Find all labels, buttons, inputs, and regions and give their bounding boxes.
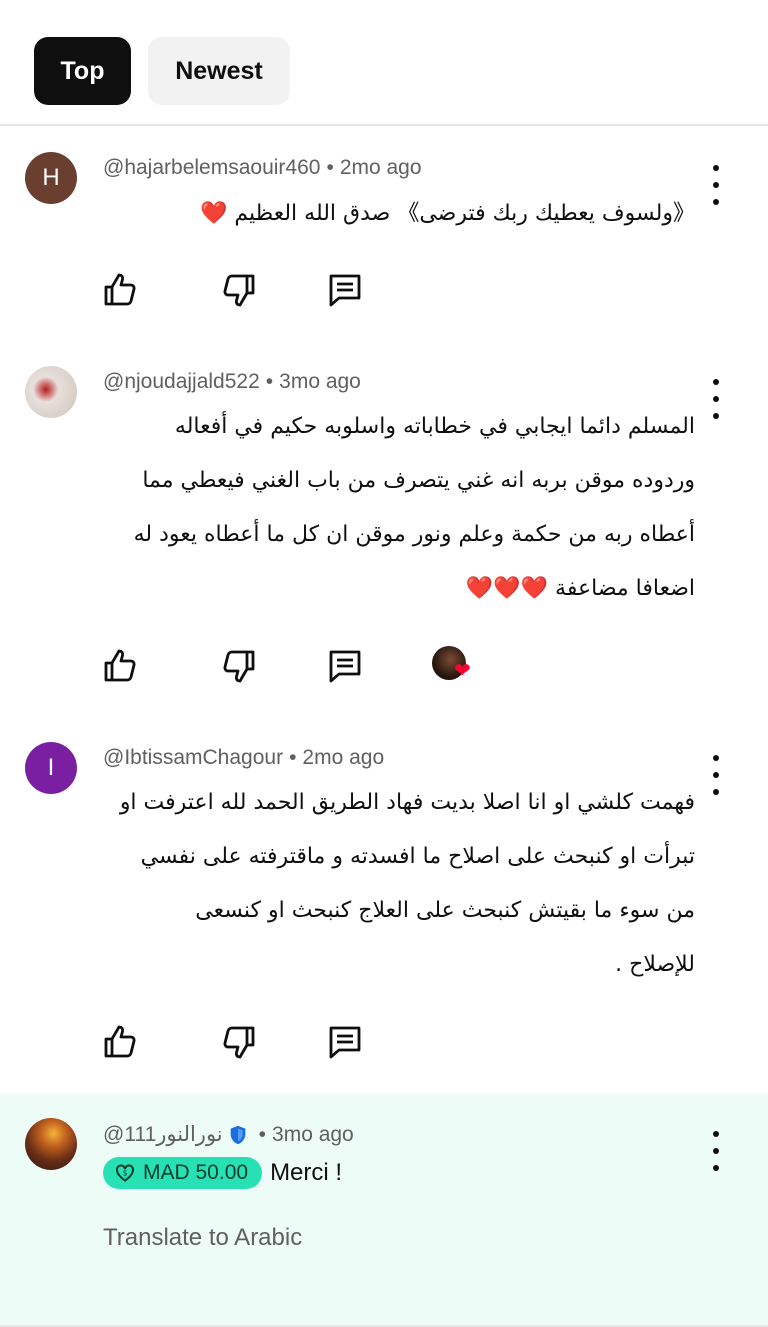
verified-shield-icon (230, 1125, 245, 1144)
meta-separator: • (289, 746, 297, 769)
reply-icon[interactable] (325, 646, 365, 686)
author-handle[interactable]: @hajarbelemsaouir460 (103, 156, 320, 180)
super-thanks-heart-icon: $ (116, 1164, 134, 1182)
comment-time: 3mo ago (272, 1122, 354, 1146)
meta-separator: • (326, 156, 334, 179)
avatar[interactable] (25, 1118, 77, 1170)
author-handle[interactable]: @njoudajjald522 (103, 370, 260, 394)
meta-separator: • (265, 370, 274, 393)
comment-line: فهمت كلشي او انا اصلا بديت فهاد الطريق ا… (119, 790, 695, 815)
comment-text: 《ولسوف يعطيك ربك فترضى》 صدق الله العظيم … (103, 187, 695, 241)
comment-time: 2mo ago (302, 746, 385, 769)
comment-actions (0, 1022, 768, 1062)
top-sort-chip[interactable]: Top (34, 37, 131, 105)
more-options-icon[interactable] (704, 755, 728, 795)
comment-text: Merci ! (270, 1159, 343, 1186)
comment-line: من سوء ما بقيتش كنبحث على العلاج كنبحث ا… (195, 898, 695, 923)
author-handle[interactable]: @نورالنور111 (103, 1122, 223, 1147)
reply-icon[interactable] (325, 270, 365, 310)
comment-meta: @njoudajjald522 • 3mo ago (103, 370, 361, 394)
svg-text:$: $ (122, 1169, 127, 1178)
comment-meta: @نورالنور111 • 3mo ago (103, 1122, 354, 1147)
dislike-icon[interactable] (219, 1022, 259, 1062)
comment-line: اضعافا مضاعفة ❤️❤️❤️ (465, 576, 695, 601)
more-options-icon[interactable] (704, 379, 728, 419)
comment-actions (0, 270, 768, 310)
comment-meta: @hajarbelemsaouir460 • 2mo ago (103, 156, 422, 180)
newest-sort-chip[interactable]: Newest (148, 37, 290, 105)
author-handle[interactable]: @IbtissamChagour (103, 746, 283, 770)
super-thanks-badge: $ MAD 50.00 (103, 1157, 263, 1189)
reply-icon[interactable] (325, 1022, 365, 1062)
more-options-icon[interactable] (704, 1131, 728, 1171)
more-options-icon[interactable] (704, 165, 728, 205)
comment-time: 3mo ago (279, 370, 361, 393)
heart-icon: ❤ (454, 658, 471, 682)
dislike-icon[interactable] (219, 270, 259, 310)
sort-chips-bar: Top Newest (0, 0, 768, 126)
like-icon[interactable] (100, 1022, 140, 1062)
comment-line: تبرأت او كنبحث على اصلاح ما افسدته و ماق… (140, 844, 695, 869)
avatar[interactable]: I (25, 742, 77, 794)
super-thanks-row: $ MAD 50.00 Merci ! (103, 1157, 342, 1189)
comment-line: للإصلاح . (615, 952, 695, 977)
comment-meta: @IbtissamChagour • 2mo ago (103, 746, 384, 770)
comment-actions: ❤ (0, 646, 768, 686)
comment-time: 2mo ago (339, 156, 422, 179)
creator-heart-badge: ❤ (432, 646, 476, 690)
dislike-icon[interactable] (219, 646, 259, 686)
comment-line: 《ولسوف يعطيك ربك فترضى》 صدق الله العظيم … (200, 201, 695, 226)
comment-text: فهمت كلشي او انا اصلا بديت فهاد الطريق ا… (103, 776, 695, 992)
super-thanks-amount: MAD 50.00 (143, 1161, 249, 1184)
like-icon[interactable] (100, 270, 140, 310)
comment-line: أعطاه ربه من حكمة وعلم ونور موقن ان كل م… (133, 522, 695, 547)
avatar[interactable] (25, 366, 77, 418)
comment-text: المسلم دائما ايجابي في خطاباته واسلوبه ح… (103, 400, 695, 616)
avatar[interactable]: H (25, 152, 77, 204)
like-icon[interactable] (100, 646, 140, 686)
meta-separator: • (258, 1122, 267, 1146)
translate-link[interactable]: Translate to Arabic (103, 1224, 302, 1252)
comment-line: وردوده موقن بربه انه غني يتصرف من باب ال… (142, 468, 695, 493)
comment-line: المسلم دائما ايجابي في خطاباته واسلوبه ح… (174, 414, 695, 439)
